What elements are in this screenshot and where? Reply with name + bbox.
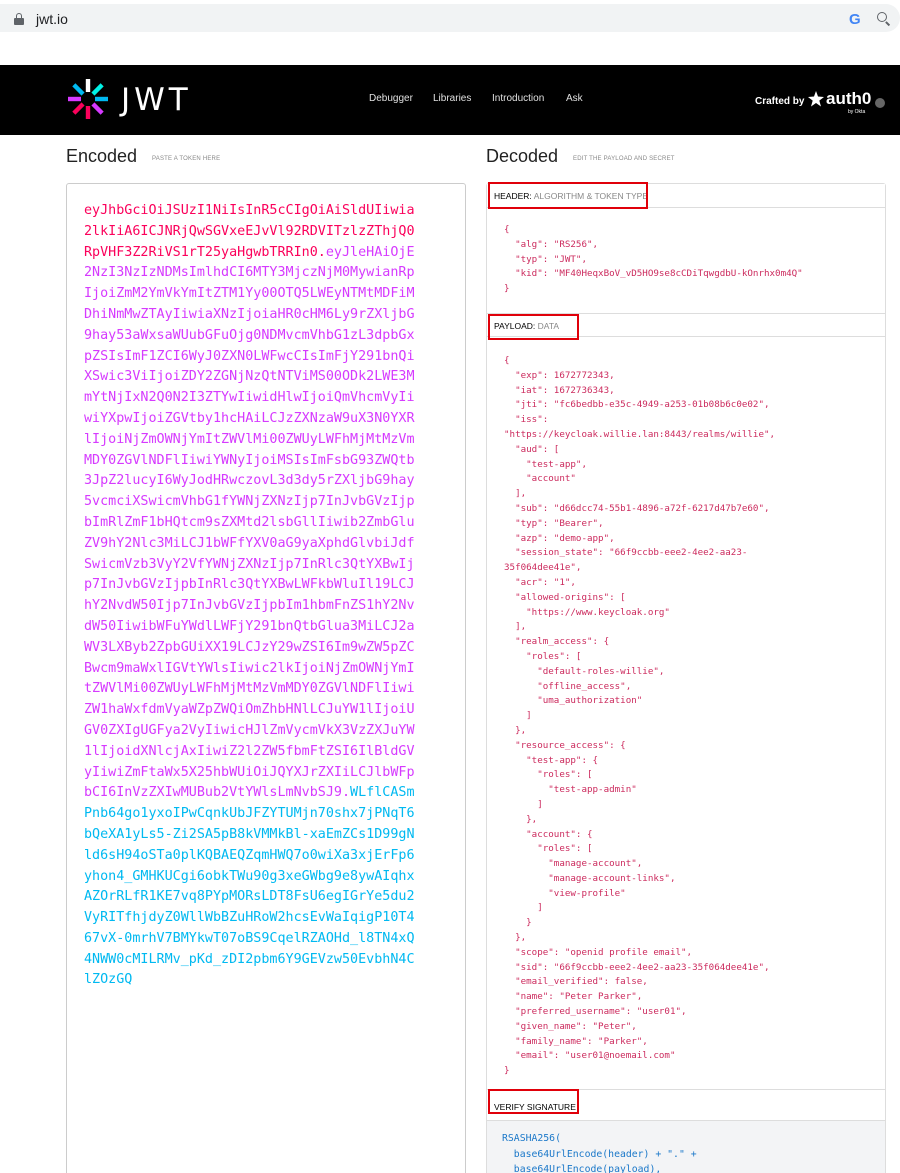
url-text[interactable]: jwt.io — [36, 11, 68, 27]
url-field[interactable]: jwt.io G — [0, 4, 900, 32]
encoded-token[interactable]: eyJhbGciOiJSUzI1NiIsInR5cCIgOiAiSldUIiwi… — [84, 201, 420, 991]
nav-libraries[interactable]: Libraries — [433, 93, 471, 104]
payload-highlight-box — [488, 314, 579, 340]
auth0-shield-icon[interactable] — [808, 91, 824, 107]
auth0-brand[interactable]: auth0 — [826, 89, 871, 109]
decoded-panel: HEADER: ALGORITHM & TOKEN TYPE { "alg": … — [486, 182, 886, 1173]
signature-editor[interactable]: RSASHA256( base64UrlEncode(header) + "."… — [487, 1121, 885, 1173]
header-json-editor[interactable]: { "alg": "RS256", "typ": "JWT", "kid": "… — [487, 208, 885, 313]
encoded-token-textarea[interactable]: eyJhbGciOiJSUzI1NiIsInR5cCIgOiAiSldUIiwi… — [66, 183, 466, 1173]
nav-ask[interactable]: Ask — [566, 93, 583, 104]
payload-json[interactable]: { "exp": 1672772343, "iat": 1672736343, … — [504, 354, 775, 1079]
jwt-logo-icon[interactable] — [66, 77, 110, 121]
nav-introduction[interactable]: Introduction — [492, 93, 544, 104]
token-payload-part: eyJleHAiOjE2NzI3NzIzNDMsImlhdCI6MTY3Mjcz… — [84, 244, 415, 801]
signature-highlight-box — [488, 1089, 579, 1114]
theme-toggle-icon[interactable] — [875, 98, 885, 108]
crafted-by-label: Crafted by — [755, 96, 805, 107]
token-signature-part: WLflCASmPnb64go1yxoIPwCqnkUbJFZYTUMjn70s… — [84, 785, 415, 988]
browser-address-bar: jwt.io G — [0, 0, 900, 38]
site-header: JWT Debugger Libraries Introduction Ask … — [0, 65, 900, 135]
decoded-title: Decoded — [486, 146, 559, 166]
nav-debugger[interactable]: Debugger — [369, 93, 413, 104]
logo-text[interactable]: JWT — [121, 82, 192, 118]
google-icon[interactable]: G — [849, 11, 861, 28]
lock-icon[interactable] — [14, 13, 24, 25]
header-highlight-box — [488, 182, 648, 209]
okta-label: by Okta — [848, 109, 866, 115]
zoom-icon[interactable] — [877, 12, 891, 26]
header-json[interactable]: { "alg": "RS256", "typ": "JWT", "kid": "… — [504, 223, 803, 297]
decoded-subtitle: EDIT THE PAYLOAD AND SECRET — [573, 156, 675, 162]
encoded-title: Encoded — [66, 146, 138, 166]
payload-json-editor[interactable]: { "exp": 1672772343, "iat": 1672736343, … — [487, 337, 885, 1089]
token-separator: . — [317, 244, 326, 260]
token-separator: . — [341, 785, 351, 801]
signature-code: RSASHA256( base64UrlEncode(header) + "."… — [502, 1133, 697, 1173]
encoded-subtitle: PASTE A TOKEN HERE — [152, 156, 221, 162]
